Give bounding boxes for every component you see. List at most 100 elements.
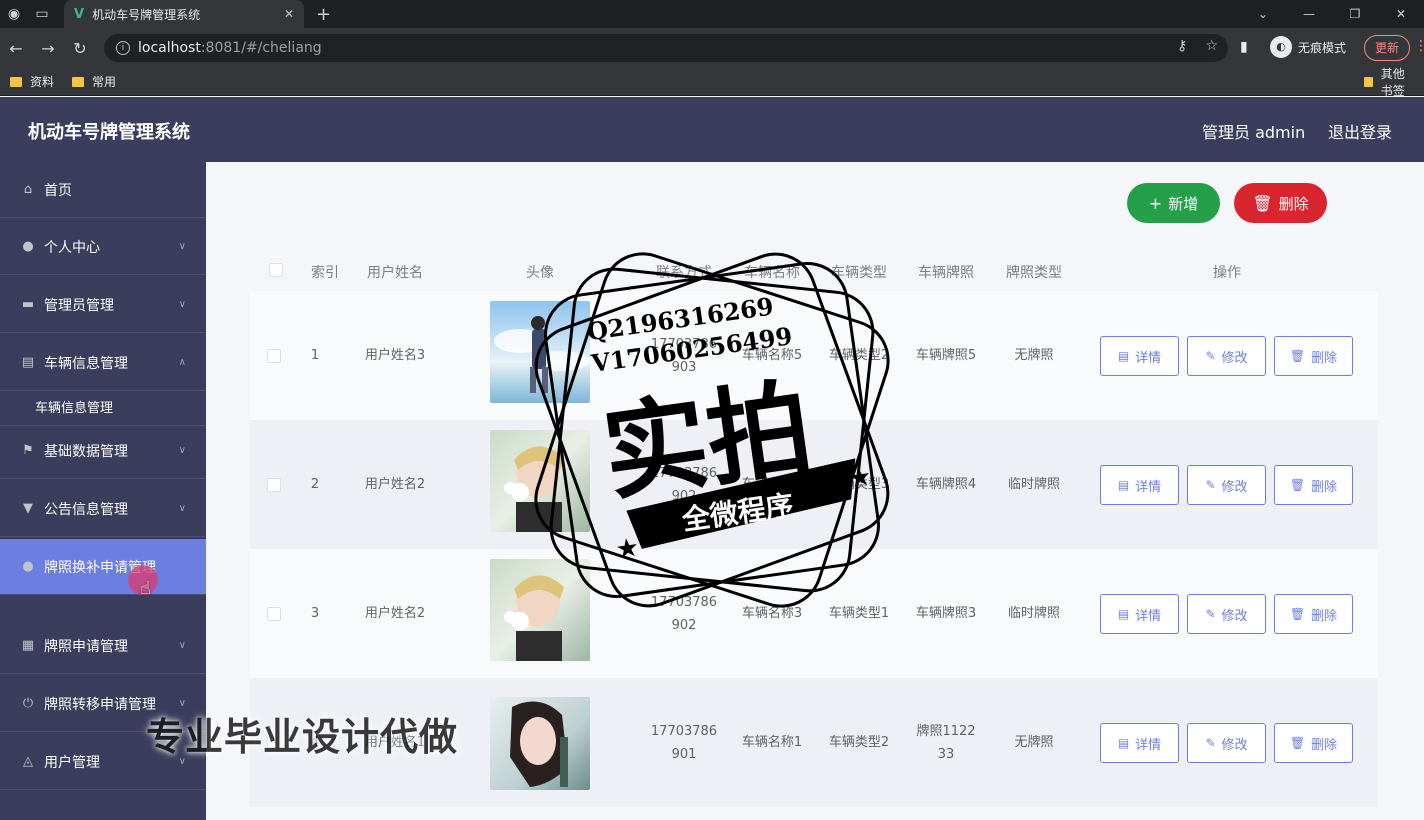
chat-icon: ▤ [21, 354, 35, 370]
row-delete-button[interactable]: 🗑 删除 [1274, 594, 1353, 634]
close-window-icon[interactable]: ✕ [1378, 0, 1424, 28]
document-icon: ▦ [21, 637, 35, 653]
bell-icon: ◬ [23, 753, 33, 769]
row-checkbox[interactable] [267, 607, 281, 621]
key-icon[interactable]: ⚷ [1177, 38, 1187, 54]
star-icon[interactable]: ☆ [1205, 38, 1218, 54]
circle-icon: ● [22, 558, 34, 574]
minimize-icon[interactable]: — [1286, 0, 1332, 28]
cell-phone-line1: 17703786 [650, 595, 718, 610]
cell-plate: 车辆牌照5 [915, 348, 977, 363]
bookmark-folder-ziliao[interactable]: 资料 [10, 73, 54, 90]
logout-link[interactable]: 退出登录 [1328, 119, 1392, 143]
forward-icon[interactable]: → [32, 39, 64, 58]
sidebar-item-label: 首页 [44, 182, 72, 199]
delete-label: 删除 [1311, 608, 1338, 624]
detail-button[interactable]: ▤ 详情 [1100, 336, 1179, 376]
avatar [490, 430, 590, 532]
bulk-delete-button[interactable]: 🗑 删除 [1234, 183, 1327, 223]
edit-label: 修改 [1221, 479, 1248, 495]
row-delete-button[interactable]: 🗑 删除 [1274, 723, 1353, 763]
edit-button[interactable]: ✎ 修改 [1187, 465, 1266, 505]
edit-button[interactable]: ✎ 修改 [1187, 594, 1266, 634]
chevron-down-icon: ∨ [178, 241, 186, 252]
incognito-label: 无痕模式 [1298, 40, 1347, 55]
sidebar-item-plate-replace[interactable]: ● 牌照换补申请管理 [0, 539, 206, 595]
new-tab-button[interactable]: + [316, 4, 331, 25]
cell-phone-line2: 902 [671, 618, 697, 633]
document-icon: ▤ [1117, 607, 1130, 621]
cell-name: 用户姓名3 [364, 348, 426, 363]
avatar-portrait-icon [504, 446, 564, 532]
delete-label: 删除 [1311, 737, 1338, 753]
sidebar-item-personal-center[interactable]: ● 个人中心 ∨ [0, 219, 206, 275]
trash-icon: 🗑 [1289, 478, 1306, 492]
trash-icon: 🗑 [1289, 607, 1306, 621]
cell-phone: 17703786 901 [640, 720, 728, 766]
tab-strip-icon[interactable]: ▭ [28, 0, 56, 28]
row-checkbox[interactable] [267, 478, 281, 492]
edit-button[interactable]: ✎ 修改 [1187, 723, 1266, 763]
user-icon: ● [22, 238, 34, 254]
site-info-icon[interactable]: i [116, 41, 130, 55]
select-all-checkbox[interactable] [269, 263, 283, 277]
incognito-icon: ◐ [1270, 36, 1292, 58]
detail-button[interactable]: ▤ 详情 [1100, 594, 1179, 634]
chevron-down-icon: ∨ [178, 503, 186, 514]
sidebar-item-home[interactable]: ⌂ 首页 [0, 162, 206, 218]
detail-label: 详情 [1135, 737, 1162, 753]
cell-phone-line1: 17703786 [650, 337, 718, 352]
cell-phone: 17703786 902 [640, 462, 728, 508]
row-delete-button[interactable]: 🗑 删除 [1274, 465, 1353, 505]
app-title: 机动车号牌管理系统 [28, 122, 190, 143]
sidebar-item-label: 管理员管理 [44, 297, 114, 314]
sidebar-item-label: 用户管理 [44, 754, 100, 771]
column-header-avatar: 头像 [526, 265, 554, 281]
cell-plate: 牌照1122 33 [902, 720, 990, 766]
tab-search-icon[interactable]: ⌄ [1240, 0, 1286, 28]
url-input[interactable]: i localhost :8081/#/cheliang ⚷ ☆ [104, 34, 1228, 62]
globe-icon[interactable]: ◉ [0, 0, 28, 28]
other-bookmarks[interactable]: 其他书签 [1364, 67, 1416, 98]
add-button[interactable]: + 新增 [1127, 183, 1220, 223]
cell-plate: 车辆牌照4 [915, 477, 977, 492]
close-tab-icon[interactable]: ✕ [284, 7, 294, 21]
menu-kebab-icon[interactable]: ⋮ [1414, 38, 1424, 54]
sidebar-subitem-vehicle-info[interactable]: 车辆信息管理 [0, 392, 206, 426]
incognito-indicator[interactable]: ◐ 无痕模式 [1270, 36, 1346, 58]
cell-car-name: 车辆名称5 [741, 348, 803, 363]
side-panel-icon[interactable]: ▮ [1240, 39, 1248, 55]
window-controls: ⌄ — ❐ ✕ [1240, 0, 1424, 28]
sidebar-item-vehicle-info[interactable]: ▤ 车辆信息管理 ∧ [0, 335, 206, 391]
table-row: 2 用户姓名2 17703786 902 车辆名称4 车辆类型3 车辆牌照4 临… [250, 420, 1378, 549]
cell-plate: 车辆牌照3 [915, 606, 977, 621]
cell-phone: 17703786 903 [640, 333, 728, 379]
bookmark-folder-changyong[interactable]: 常用 [72, 73, 116, 90]
update-button[interactable]: 更新 [1364, 35, 1411, 61]
edit-icon: ✎ [1205, 736, 1216, 750]
detail-button[interactable]: ▤ 详情 [1100, 465, 1179, 505]
monitor-icon: ▬ [21, 296, 35, 312]
row-delete-button[interactable]: 🗑 删除 [1274, 336, 1353, 376]
vue-logo-icon: V [74, 6, 85, 22]
back-icon[interactable]: ← [0, 39, 32, 58]
detail-button[interactable]: ▤ 详情 [1100, 723, 1179, 763]
browser-tab[interactable]: V 机动车号牌管理系统 ✕ [64, 0, 304, 28]
other-bookmarks-label: 其他书签 [1380, 67, 1405, 98]
cell-car-type: 车辆类型2 [828, 735, 890, 750]
avatar [490, 559, 590, 661]
sidebar-item-admin-management[interactable]: ▬ 管理员管理 ∨ [0, 277, 206, 333]
reload-icon[interactable]: ↻ [64, 39, 96, 58]
trophy-icon: ▼ [23, 500, 33, 516]
row-checkbox[interactable] [267, 349, 281, 363]
cell-plate-line2: 33 [937, 747, 955, 762]
restore-icon[interactable]: ❐ [1332, 0, 1378, 28]
hand-cursor-icon: ☝ [140, 578, 151, 599]
sidebar-item-notice[interactable]: ▼ 公告信息管理 ∨ [0, 481, 206, 537]
edit-button[interactable]: ✎ 修改 [1187, 336, 1266, 376]
folder-icon [10, 76, 22, 87]
sidebar-item-label: 牌照转移申请管理 [44, 696, 156, 713]
sidebar-item-basic-data[interactable]: ⚑ 基础数据管理 ∨ [0, 423, 206, 479]
delete-label: 删除 [1311, 479, 1338, 495]
sidebar-item-plate-apply[interactable]: ▦ 牌照申请管理 ∨ [0, 618, 206, 674]
